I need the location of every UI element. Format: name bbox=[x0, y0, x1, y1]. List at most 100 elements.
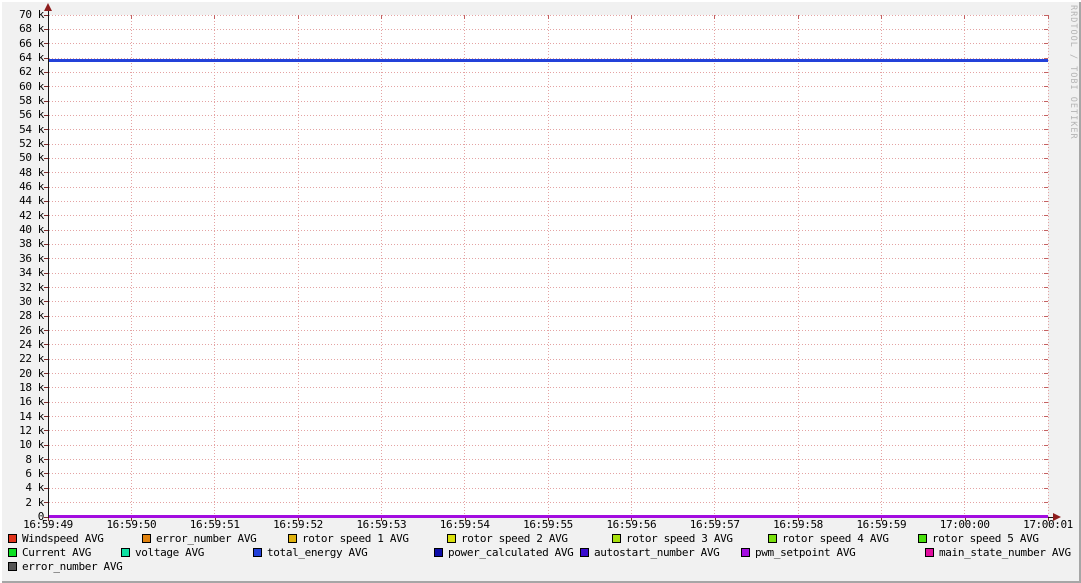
y-tick-label: 32 k bbox=[19, 280, 44, 294]
x-tick-label: 16:59:55 bbox=[523, 518, 573, 531]
legend-item: rotor speed 2 AVG bbox=[447, 532, 568, 545]
x-tick-label: 16:59:52 bbox=[273, 518, 323, 531]
x-tick-label: 16:59:51 bbox=[189, 518, 240, 531]
v-gridline bbox=[297, 15, 299, 517]
legend-color-swatch bbox=[253, 547, 262, 557]
y-tick bbox=[44, 43, 48, 45]
x-tick-label: 16:59:49 bbox=[23, 518, 73, 531]
legend-label: pwm_setpoint AVG bbox=[755, 545, 856, 559]
h-gridline bbox=[49, 71, 1048, 73]
legend-color-swatch bbox=[288, 533, 297, 543]
h-gridline bbox=[49, 243, 1048, 245]
x-tick-label: 16:59:57 bbox=[689, 518, 740, 531]
h-gridline bbox=[49, 200, 1048, 202]
y-tick-label: 24 k bbox=[19, 337, 44, 351]
y-tick bbox=[44, 114, 48, 116]
y-tick-label: 68 k bbox=[19, 22, 44, 36]
v-gridline-end bbox=[380, 15, 382, 19]
x-tick-label: 16:59:59 bbox=[856, 518, 907, 531]
v-gridline bbox=[797, 15, 799, 517]
legend-item: total_energy AVG bbox=[253, 546, 368, 559]
legend-color-swatch bbox=[768, 533, 777, 543]
h-gridline bbox=[49, 287, 1048, 288]
legend-color-swatch bbox=[121, 547, 130, 557]
y-tick bbox=[44, 129, 48, 131]
h-gridline bbox=[49, 487, 1048, 489]
x-tick-label: 16:59:54 bbox=[439, 518, 490, 531]
h-gridline bbox=[49, 416, 1048, 418]
y-tick-label: 16 k bbox=[19, 395, 44, 409]
y-tick bbox=[44, 86, 48, 88]
y-tick bbox=[44, 401, 48, 403]
h-gridline bbox=[49, 430, 1048, 432]
legend-label: Current AVG bbox=[22, 545, 91, 559]
legend-item: rotor speed 5 AVG bbox=[918, 532, 1039, 545]
legend-label: autostart_number AVG bbox=[594, 545, 720, 559]
h-gridline bbox=[49, 258, 1048, 260]
y-tick bbox=[44, 301, 48, 303]
y-tick bbox=[44, 330, 48, 332]
v-gridline bbox=[880, 15, 882, 517]
y-tick bbox=[44, 28, 48, 30]
legend-item: rotor speed 4 AVG bbox=[768, 532, 889, 545]
y-tick-label: 38 k bbox=[19, 237, 44, 251]
h-gridline bbox=[49, 129, 1048, 131]
y-tick-label: 40 k bbox=[19, 223, 44, 237]
y-tick bbox=[44, 100, 48, 102]
y-tick-label: 66 k bbox=[19, 36, 44, 50]
y-tick bbox=[44, 243, 48, 245]
y-tick bbox=[44, 143, 48, 145]
y-tick bbox=[44, 200, 48, 202]
y-tick-label: 22 k bbox=[19, 352, 44, 366]
y-tick bbox=[44, 215, 48, 217]
y-tick bbox=[44, 258, 48, 260]
y-tick bbox=[44, 344, 48, 346]
y-tick-label: 2 k bbox=[25, 495, 44, 509]
y-tick-label: 60 k bbox=[19, 79, 44, 93]
y-tick-label: 42 k bbox=[19, 208, 44, 222]
h-gridline bbox=[49, 401, 1048, 403]
x-tick-label: 16:59:50 bbox=[106, 518, 157, 531]
y-tick-label: 54 k bbox=[19, 122, 44, 136]
h-gridline bbox=[49, 215, 1048, 217]
v-gridline bbox=[714, 15, 716, 517]
v-gridline bbox=[630, 15, 632, 517]
h-gridline bbox=[49, 330, 1048, 332]
legend-item: voltage AVG bbox=[121, 546, 204, 559]
v-gridline-end bbox=[630, 15, 632, 19]
legend-color-swatch bbox=[8, 561, 17, 571]
legend-color-swatch bbox=[8, 533, 17, 543]
h-gridline bbox=[49, 459, 1048, 461]
v-gridline-end bbox=[797, 15, 799, 19]
y-tick-label: 58 k bbox=[19, 94, 44, 108]
y-tick bbox=[44, 487, 48, 489]
y-tick-label: 12 k bbox=[19, 423, 44, 437]
y-tick-label: 14 k bbox=[19, 409, 44, 423]
h-gridline bbox=[49, 272, 1048, 274]
v-gridline-end bbox=[214, 15, 216, 19]
h-gridline bbox=[49, 14, 1048, 16]
h-gridline bbox=[49, 229, 1048, 231]
legend-label: power_calculated AVG bbox=[448, 545, 574, 559]
y-tick-label: 4 k bbox=[25, 481, 44, 495]
legend-label: main_state_number AVG bbox=[939, 545, 1071, 559]
h-gridline bbox=[49, 172, 1048, 174]
legend-item: power_calculated AVG bbox=[434, 545, 574, 559]
series-line bbox=[49, 58, 1048, 62]
v-gridline bbox=[1047, 15, 1049, 517]
legend-color-swatch bbox=[612, 533, 621, 543]
legend-color-swatch bbox=[434, 547, 443, 557]
y-tick bbox=[44, 57, 48, 59]
v-gridline-end bbox=[464, 15, 466, 19]
legend-color-swatch bbox=[918, 533, 927, 543]
y-tick bbox=[44, 287, 48, 288]
x-tick-label: 16:59:53 bbox=[356, 518, 407, 531]
legend-label: rotor speed 3 AVG bbox=[626, 531, 733, 545]
legend-item: error_number AVG bbox=[8, 560, 123, 573]
x-tick-label: 16:59:56 bbox=[606, 518, 657, 531]
y-tick-label: 50 k bbox=[19, 151, 44, 165]
legend-label: Windspeed AVG bbox=[22, 531, 104, 545]
rrdtool-watermark: RRDTOOL / TOBI OETIKER bbox=[1068, 5, 1078, 140]
y-tick-label: 70 k bbox=[19, 8, 44, 21]
v-gridline-end bbox=[880, 15, 882, 19]
